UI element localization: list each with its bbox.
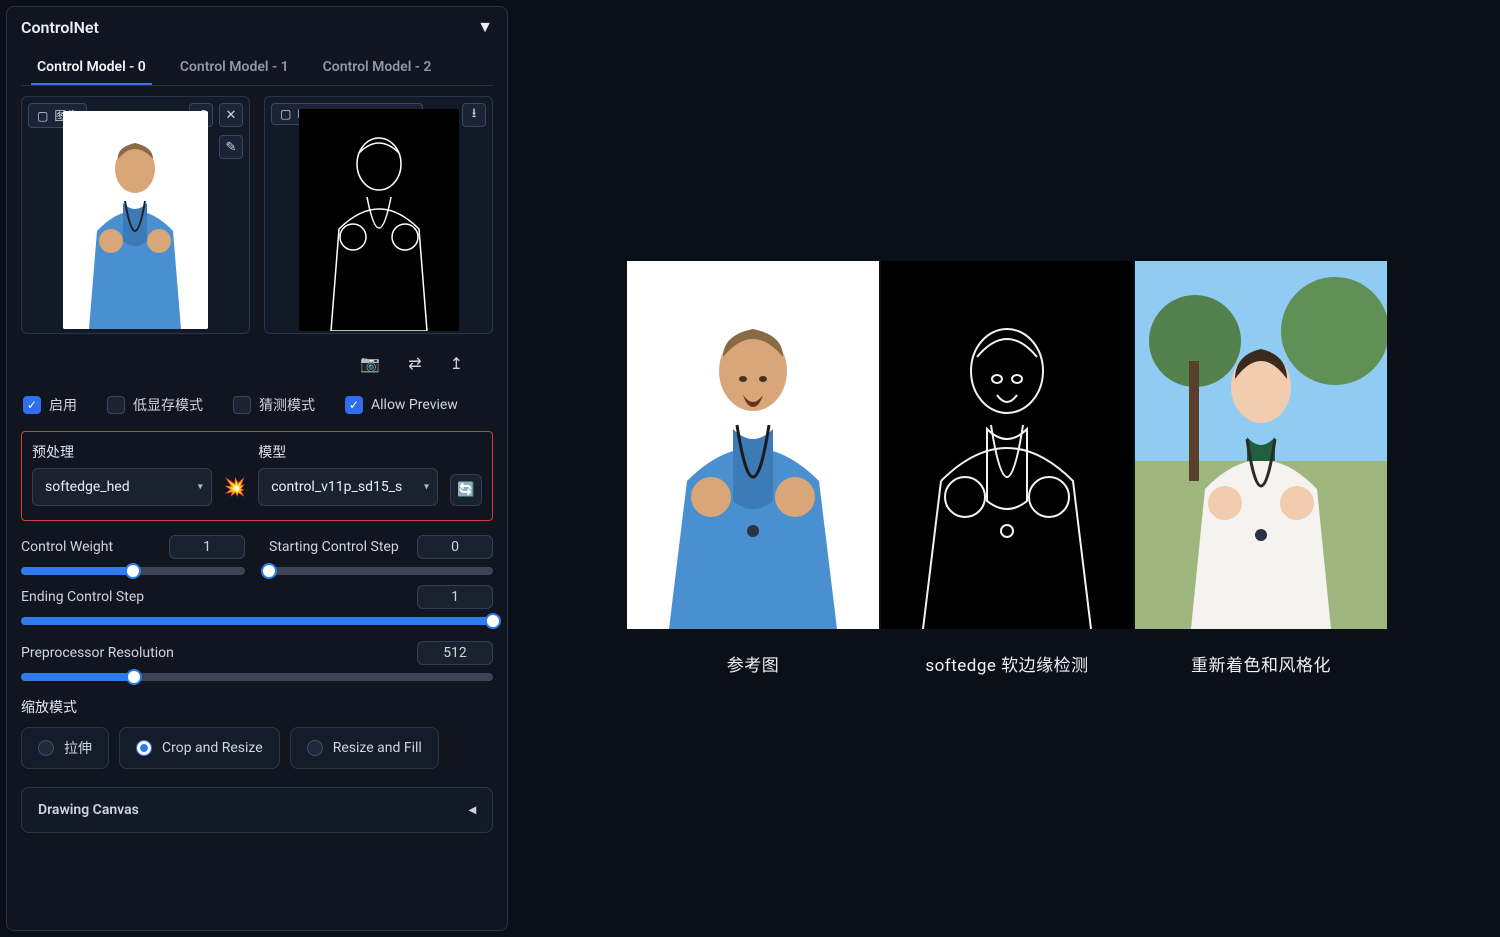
radio-dot — [38, 740, 54, 756]
model-select[interactable]: control_v11p_sd15_s — [258, 468, 438, 506]
swap-icon[interactable]: ⇄ — [408, 354, 421, 373]
check-icon: ✓ — [23, 396, 41, 414]
check-icon: ✓ — [345, 396, 363, 414]
resize-crop-radio[interactable]: Crop and Resize — [119, 727, 280, 769]
slider-knob[interactable] — [126, 669, 142, 685]
preprocessor-resolution-slider[interactable] — [21, 673, 493, 681]
drawing-canvas-label: Drawing Canvas — [38, 802, 139, 818]
starting-step-slider-block: Starting Control Step 0 — [269, 535, 493, 575]
upload-icon[interactable]: ↥ — [450, 354, 463, 373]
refresh-model-button[interactable]: 🔄 — [450, 474, 482, 506]
tab-model-0[interactable]: Control Model - 0 — [31, 51, 152, 85]
webcam-icon[interactable]: 📷 — [360, 354, 380, 373]
preprocessor-resolution-label: Preprocessor Resolution — [21, 645, 174, 661]
drawing-canvas-collapse[interactable]: Drawing Canvas ◂ — [21, 787, 493, 833]
gallery: 参考图 — [514, 0, 1500, 937]
edit-icon[interactable]: ✎ — [219, 135, 243, 159]
image-icon: ▢ — [280, 107, 291, 121]
model-tabs: Control Model - 0 Control Model - 1 Cont… — [21, 47, 493, 86]
resize-fill-radio[interactable]: Resize and Fill — [290, 727, 439, 769]
image-icon: ▢ — [37, 109, 48, 123]
guess-label: 猜测模式 — [259, 395, 315, 415]
resize-stretch-radio[interactable]: 拉伸 — [21, 727, 109, 769]
preprocessor-resolution-value[interactable]: 512 — [417, 641, 493, 665]
panel-title: ControlNet — [21, 18, 99, 37]
stylized-image — [1135, 261, 1387, 629]
check-icon — [233, 396, 251, 414]
source-image-card[interactable]: ▢ 图像 ↺ ✕ ✎ — [21, 96, 250, 334]
preprocessor-resolution-slider-block: Preprocessor Resolution 512 — [21, 641, 493, 681]
slider-knob[interactable] — [485, 613, 501, 629]
resize-stretch-label: 拉伸 — [64, 738, 92, 758]
action-row: 📷 ⇄ ↥ — [21, 348, 493, 387]
gallery-card-softedge: softedge 软边缘检测 — [881, 261, 1133, 676]
control-weight-slider[interactable] — [21, 567, 245, 575]
resize-mode-radio-group: 拉伸 Crop and Resize Resize and Fill — [21, 727, 493, 769]
allow-preview-checkbox[interactable]: ✓ Allow Preview — [345, 395, 458, 415]
enable-checkbox[interactable]: ✓ 启用 — [23, 395, 77, 415]
resize-crop-label: Crop and Resize — [162, 740, 263, 756]
softedge-image — [881, 261, 1133, 629]
close-icon[interactable]: ✕ — [219, 103, 243, 127]
collapse-icon[interactable]: ▼ — [477, 17, 493, 37]
lowvram-checkbox[interactable]: 低显存模式 — [107, 395, 203, 415]
panel-header: ControlNet ▼ — [21, 17, 493, 37]
tab-model-1[interactable]: Control Model - 1 — [174, 51, 295, 85]
radio-dot — [136, 740, 152, 756]
starting-step-value[interactable]: 0 — [417, 535, 493, 559]
resize-fill-label: Resize and Fill — [333, 740, 422, 756]
ending-step-slider[interactable] — [21, 617, 493, 625]
explosion-icon[interactable]: 💥 — [224, 477, 246, 506]
ending-step-value[interactable]: 1 — [417, 585, 493, 609]
check-icon — [107, 396, 125, 414]
resize-mode-label: 缩放模式 — [21, 697, 493, 717]
preview-image-thumb — [299, 109, 459, 331]
ending-step-label: Ending Control Step — [21, 589, 144, 605]
allow-preview-label: Allow Preview — [371, 397, 458, 413]
model-label: 模型 — [258, 442, 438, 462]
refresh-icon: 🔄 — [457, 482, 474, 498]
controlnet-panel: ControlNet ▼ Control Model - 0 Control M… — [6, 6, 508, 931]
control-weight-label: Control Weight — [21, 539, 113, 555]
enable-label: 启用 — [49, 395, 77, 415]
slider-knob[interactable] — [261, 563, 277, 579]
guess-checkbox[interactable]: 猜测模式 — [233, 395, 315, 415]
control-weight-value[interactable]: 1 — [169, 535, 245, 559]
source-image-thumb — [63, 111, 208, 329]
starting-step-label: Starting Control Step — [269, 539, 399, 555]
image-row: ▢ 图像 ↺ ✕ ✎ — [21, 96, 493, 334]
chevron-left-icon: ◂ — [469, 802, 476, 818]
download-icon[interactable]: ⭳ — [462, 103, 486, 127]
gallery-card-stylized: 重新着色和风格化 — [1135, 261, 1387, 676]
control-weight-slider-block: Control Weight 1 — [21, 535, 245, 575]
softedge-caption: softedge 软边缘检测 — [925, 651, 1088, 676]
lowvram-label: 低显存模式 — [133, 395, 203, 415]
slider-knob[interactable] — [125, 563, 141, 579]
model-field: 模型 control_v11p_sd15_s — [258, 442, 438, 506]
checkbox-row: ✓ 启用 低显存模式 猜测模式 ✓ Allow Preview — [21, 387, 493, 431]
preprocessor-label: 预处理 — [32, 442, 212, 462]
gallery-card-reference: 参考图 — [627, 261, 879, 676]
ending-step-slider-block: Ending Control Step 1 — [21, 585, 493, 625]
preprocessor-field: 预处理 softedge_hed — [32, 442, 212, 506]
preprocessor-preview-card[interactable]: ▢ Preprocessor Preview ⭳ — [264, 96, 493, 334]
reference-caption: 参考图 — [727, 651, 780, 676]
stylized-caption: 重新着色和风格化 — [1191, 651, 1331, 676]
tab-model-2[interactable]: Control Model - 2 — [317, 51, 438, 85]
reference-image — [627, 261, 879, 629]
preprocessor-model-group: 预处理 softedge_hed 💥 模型 control_v11p_sd15_… — [21, 431, 493, 521]
preprocessor-select[interactable]: softedge_hed — [32, 468, 212, 506]
radio-dot — [307, 740, 323, 756]
starting-step-slider[interactable] — [269, 567, 493, 575]
